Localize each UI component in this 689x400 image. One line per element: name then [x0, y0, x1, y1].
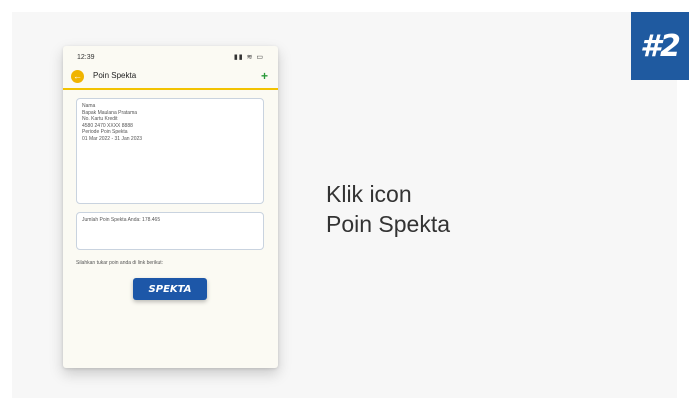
- app-header: ← Poin Spekta +: [63, 66, 278, 90]
- info-line: 01 Mar 2022 - 31 Jan 2023: [82, 135, 143, 142]
- status-icons: ▮▮ ≋ ▭: [233, 54, 264, 61]
- plus-icon[interactable]: +: [261, 69, 268, 83]
- step-number-badge: #2: [631, 12, 689, 80]
- phone-screenshot: 12:39 ▮▮ ≋ ▭ ← Poin Spekta + Nama Bapak …: [63, 46, 278, 368]
- card-info-box: Nama Bapak Maulana Pratama No. Kartu Kre…: [76, 98, 264, 204]
- status-bar: 12:39 ▮▮ ≋ ▭: [63, 46, 278, 66]
- redeem-instruction: Silahkan tukar poin anda di link berikut…: [76, 260, 163, 266]
- poin-spekta-icon[interactable]: SPEKTA: [133, 278, 207, 300]
- points-box: Jumlah Poin Spekta Anda: 178.465: [76, 212, 264, 250]
- status-time: 12:39: [77, 54, 95, 61]
- back-arrow-icon[interactable]: ←: [71, 70, 84, 83]
- points-total: Jumlah Poin Spekta Anda: 178.465: [82, 217, 161, 223]
- app-header-title: Poin Spekta: [93, 71, 137, 80]
- instruction-line-1: Klik icon: [326, 181, 412, 207]
- instruction-line-2: Poin Spekta: [326, 211, 451, 237]
- instruction-text: Klik icon Poin Spekta: [326, 179, 450, 239]
